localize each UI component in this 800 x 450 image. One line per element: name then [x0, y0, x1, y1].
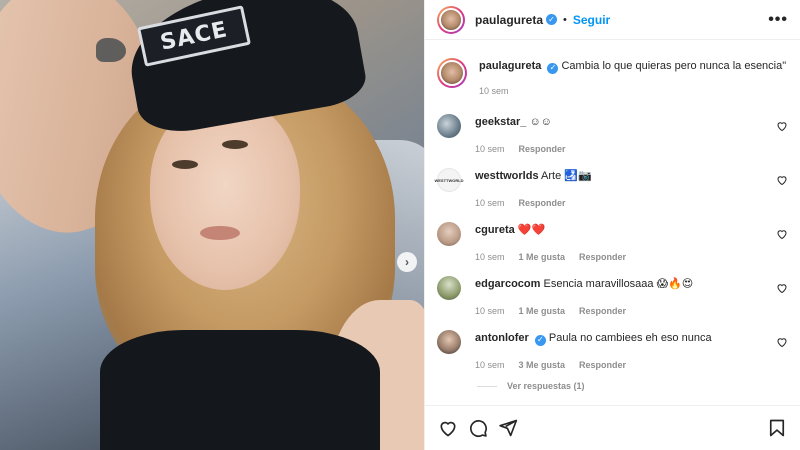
commenter-avatar[interactable]: WESTTWORLD: [434, 168, 464, 192]
reply-button[interactable]: Responder: [519, 144, 566, 154]
comment-item: WESTTWORLD westtworlds Arte 🛃📷 10 sem Res…: [434, 168, 788, 208]
commenter-avatar[interactable]: [437, 114, 461, 138]
comment-item: antonlofer ✓ Paula no cambiees eh eso nu…: [437, 330, 788, 370]
caption-avatar[interactable]: [437, 58, 467, 88]
view-replies-label: Ver respuestas (1): [507, 381, 585, 391]
caption-text: Cambia lo que quieras pero nunca la esen…: [561, 60, 787, 72]
comment-text: ☺☺: [529, 116, 552, 128]
caption-username[interactable]: paulagureta: [479, 60, 541, 72]
replies-divider: [477, 385, 497, 387]
arm-tattoo: [96, 38, 126, 62]
reply-button[interactable]: Responder: [579, 252, 626, 262]
reply-button[interactable]: Responder: [579, 306, 626, 316]
black-top: [100, 330, 380, 450]
right-eye: [222, 140, 248, 149]
comment-time[interactable]: 10 sem: [475, 144, 505, 154]
comment-item: cgureta ❤️❤️ 10 sem 1 Me gusta Responder: [437, 222, 788, 262]
lips: [200, 226, 240, 240]
comment-username[interactable]: geekstar_: [475, 116, 526, 128]
comment-like-heart-icon[interactable]: [776, 119, 788, 132]
commenter-avatar[interactable]: [437, 222, 461, 246]
comment-username[interactable]: cgureta: [475, 224, 515, 236]
comment-username[interactable]: edgarcocom: [475, 278, 540, 290]
verified-badge-icon: ✓: [546, 14, 558, 25]
post-header: paulagureta ✓ • Seguir •••: [425, 0, 800, 40]
comment-time[interactable]: 10 sem: [475, 306, 505, 316]
comment-time[interactable]: 10 sem: [475, 252, 505, 262]
more-options-icon[interactable]: •••: [768, 11, 788, 29]
comment-username[interactable]: westtworlds: [475, 170, 539, 182]
separator-dot: •: [563, 13, 567, 26]
commenter-avatar[interactable]: [437, 276, 461, 300]
chevron-right-icon: ›: [405, 255, 409, 269]
comment-like-heart-icon[interactable]: [776, 227, 788, 240]
comment-text: Arte 🛃📷: [541, 170, 592, 182]
action-bar: [425, 405, 800, 450]
comment-likes[interactable]: 3 Me gusta: [519, 360, 566, 370]
caption-time[interactable]: 10 sem: [479, 86, 509, 96]
comment-like-heart-icon[interactable]: [776, 173, 788, 186]
comment-username[interactable]: antonlofer: [475, 332, 529, 344]
comments-list[interactable]: paulagureta ✓ Cambia lo que quieras pero…: [425, 44, 800, 404]
send-icon[interactable]: [497, 417, 519, 439]
comment-like-heart-icon[interactable]: [776, 335, 788, 348]
bookmark-icon[interactable]: [766, 417, 788, 439]
verified-badge-icon: ✓: [534, 334, 546, 346]
comment-text: Esencia maravillosaaa 😱🔥😍: [543, 278, 694, 290]
view-replies-button[interactable]: Ver respuestas (1): [477, 381, 585, 391]
reply-button[interactable]: Responder: [579, 360, 626, 370]
post-caption: paulagureta ✓ Cambia lo que quieras pero…: [437, 44, 788, 96]
commenter-avatar[interactable]: [437, 330, 461, 354]
comment-text: ❤️❤️: [517, 224, 546, 236]
comment-item: edgarcocom Esencia maravillosaaa 😱🔥😍 10 …: [437, 276, 788, 316]
comment-likes[interactable]: 1 Me gusta: [519, 306, 566, 316]
comment-time[interactable]: 10 sem: [475, 198, 505, 208]
comment-like-heart-icon[interactable]: [776, 281, 788, 294]
brand-logo: WESTTWORLD: [434, 177, 464, 183]
left-eye: [172, 160, 198, 169]
author-avatar[interactable]: [437, 5, 465, 34]
reply-button[interactable]: Responder: [519, 198, 566, 208]
comment-time[interactable]: 10 sem: [475, 360, 505, 370]
comment-text: Paula no cambiees eh eso nunca: [548, 332, 712, 344]
comment-item: geekstar_ ☺☺ 10 sem Responder: [437, 114, 788, 154]
verified-badge-icon: ✓: [547, 62, 559, 74]
next-image-button[interactable]: ›: [397, 252, 417, 272]
follow-button[interactable]: Seguir: [573, 13, 610, 27]
post-image[interactable]: SACE ›: [0, 0, 424, 450]
comment-likes[interactable]: 1 Me gusta: [519, 252, 566, 262]
author-username[interactable]: paulagureta: [475, 13, 543, 27]
post-details-panel: paulagureta ✓ • Seguir ••• paulagureta ✓…: [424, 0, 800, 450]
comment-icon[interactable]: [467, 417, 489, 439]
heart-icon[interactable]: [437, 417, 459, 439]
